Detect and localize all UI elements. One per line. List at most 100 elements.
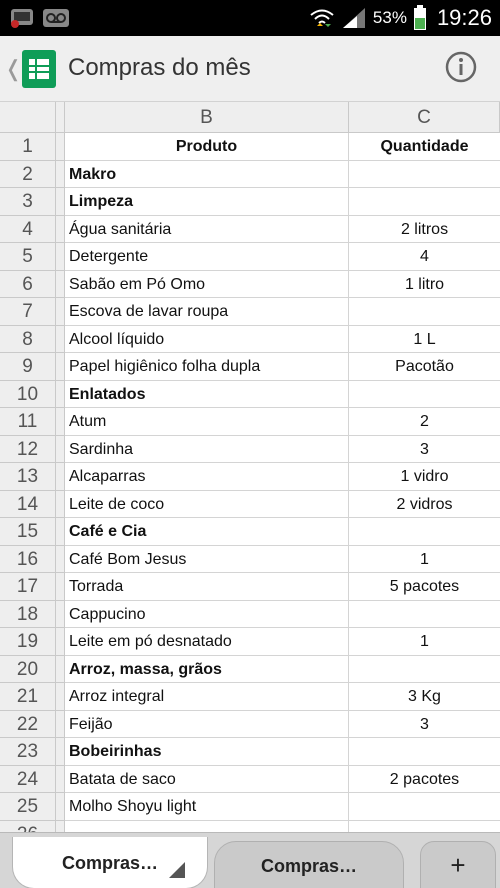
column-a-header-collapsed[interactable] (56, 102, 65, 133)
quantidade-cell[interactable]: 1 litro (349, 271, 500, 298)
produto-cell[interactable]: Torrada (65, 573, 349, 601)
cell-a[interactable] (56, 600, 65, 628)
quantidade-cell[interactable] (349, 793, 500, 821)
produto-cell[interactable]: Cappucino (65, 600, 349, 628)
cell-a[interactable] (56, 160, 65, 188)
cell-a[interactable] (56, 298, 65, 326)
row-number[interactable]: 13 (0, 463, 56, 491)
quantidade-cell[interactable]: 2 pacotes (349, 766, 500, 793)
quantidade-cell[interactable]: 1 (349, 628, 500, 656)
sheet-tab-1-active[interactable]: Compras… (12, 837, 208, 888)
cell-a[interactable] (56, 435, 65, 463)
row-number[interactable]: 12 (0, 435, 56, 463)
category-cell[interactable]: Bobeirinhas (65, 738, 349, 766)
cell-a[interactable] (56, 545, 65, 573)
produto-cell[interactable]: Alcaparras (65, 463, 349, 491)
produto-cell[interactable]: Sardinha (65, 435, 349, 463)
row-number[interactable]: 17 (0, 573, 56, 601)
quantidade-cell[interactable] (349, 518, 500, 546)
produto-cell[interactable]: Detergente (65, 243, 349, 271)
back-chevron-icon[interactable]: ❬ (4, 56, 22, 82)
cell-a[interactable] (56, 628, 65, 656)
row-number[interactable]: 8 (0, 325, 56, 353)
cell-a[interactable] (56, 518, 65, 546)
select-all-corner[interactable] (0, 102, 56, 133)
sheet-tab-2[interactable]: Compras… (214, 841, 404, 888)
sheets-logo-icon[interactable] (22, 50, 56, 88)
produto-cell[interactable]: Papel higiênico folha dupla (65, 353, 349, 381)
cell-a[interactable] (56, 490, 65, 518)
spreadsheet-grid[interactable]: B C 1 Produto Quantidade 2 Makro 3 Limpeza 4 Águ… (0, 102, 500, 832)
cell-a[interactable] (56, 325, 65, 353)
row-number[interactable]: 5 (0, 243, 56, 271)
cell-a[interactable] (56, 188, 65, 216)
cell-a[interactable] (56, 738, 65, 766)
cell-a[interactable] (56, 820, 65, 832)
row-number[interactable]: 2 (0, 160, 56, 188)
cell-a[interactable] (56, 133, 65, 161)
row-number[interactable]: 15 (0, 518, 56, 546)
info-icon[interactable] (444, 50, 478, 84)
row-number[interactable]: 4 (0, 215, 56, 243)
produto-cell[interactable]: Sabão em Pó Omo (65, 270, 349, 298)
quantidade-cell[interactable]: 2 litros (349, 216, 500, 243)
cell-a[interactable] (56, 463, 65, 491)
header-cell-produto[interactable]: Produto (65, 133, 349, 161)
row-number[interactable]: 3 (0, 188, 56, 216)
cell-a[interactable] (56, 573, 65, 601)
cell-a[interactable] (56, 270, 65, 298)
produto-cell[interactable]: Leite de coco (65, 490, 349, 518)
produto-cell[interactable]: Arroz integral (65, 683, 349, 711)
row-number[interactable]: 16 (0, 545, 56, 573)
quantidade-cell[interactable]: 4 (349, 243, 500, 271)
cell-a[interactable] (56, 683, 65, 711)
cell-a[interactable] (56, 215, 65, 243)
quantidade-cell[interactable] (349, 656, 500, 683)
quantidade-cell[interactable] (349, 298, 500, 326)
category-cell[interactable]: Café e Cia (65, 518, 349, 546)
produto-cell[interactable]: Alcool líquido (65, 325, 349, 353)
row-number[interactable]: 18 (0, 600, 56, 628)
row-number[interactable]: 9 (0, 353, 56, 381)
row-number[interactable]: 26 (0, 820, 56, 832)
add-sheet-button[interactable]: + (420, 841, 496, 888)
row-number[interactable]: 25 (0, 793, 56, 821)
cell-a[interactable] (56, 655, 65, 683)
quantidade-cell[interactable]: 2 vidros (349, 491, 500, 518)
row-number[interactable]: 10 (0, 380, 56, 408)
row-number[interactable]: 1 (0, 133, 56, 161)
produto-cell[interactable]: Batata de saco (65, 765, 349, 793)
quantidade-cell[interactable]: Pacotão (349, 353, 500, 381)
quantidade-cell[interactable]: 3 (349, 436, 500, 463)
category-cell[interactable]: Arroz, massa, grãos (65, 655, 349, 683)
cell-a[interactable] (56, 793, 65, 821)
quantidade-cell[interactable]: 1 vidro (349, 463, 500, 491)
row-number[interactable]: 19 (0, 628, 56, 656)
produto-cell[interactable]: Café Bom Jesus (65, 545, 349, 573)
row-number[interactable]: 21 (0, 683, 56, 711)
row-number[interactable]: 7 (0, 298, 56, 326)
quantidade-cell[interactable]: 3 (349, 711, 500, 738)
cell-a[interactable] (56, 353, 65, 381)
produto-cell[interactable] (65, 820, 349, 832)
quantidade-cell[interactable]: 3 Kg (349, 683, 500, 711)
cell-a[interactable] (56, 408, 65, 436)
quantidade-cell[interactable]: 5 pacotes (349, 573, 500, 601)
cell-a[interactable] (56, 765, 65, 793)
quantidade-cell[interactable]: 2 (349, 408, 500, 436)
quantidade-cell[interactable] (349, 601, 500, 628)
row-number[interactable]: 6 (0, 270, 56, 298)
column-b-header[interactable]: B (65, 102, 349, 133)
category-cell[interactable]: Enlatados (65, 380, 349, 408)
quantidade-cell[interactable]: 1 L (349, 326, 500, 353)
header-cell-quantidade[interactable]: Quantidade (349, 133, 500, 161)
produto-cell[interactable]: Escova de lavar roupa (65, 298, 349, 326)
cell-a[interactable] (56, 710, 65, 738)
row-number[interactable]: 20 (0, 655, 56, 683)
produto-cell[interactable]: Molho Shoyu light (65, 793, 349, 821)
produto-cell[interactable]: Água sanitária (65, 215, 349, 243)
produto-cell[interactable]: Leite em pó desnatado (65, 628, 349, 656)
category-cell[interactable]: Makro (65, 160, 349, 188)
quantidade-cell[interactable] (349, 381, 500, 408)
produto-cell[interactable]: Feijão (65, 710, 349, 738)
